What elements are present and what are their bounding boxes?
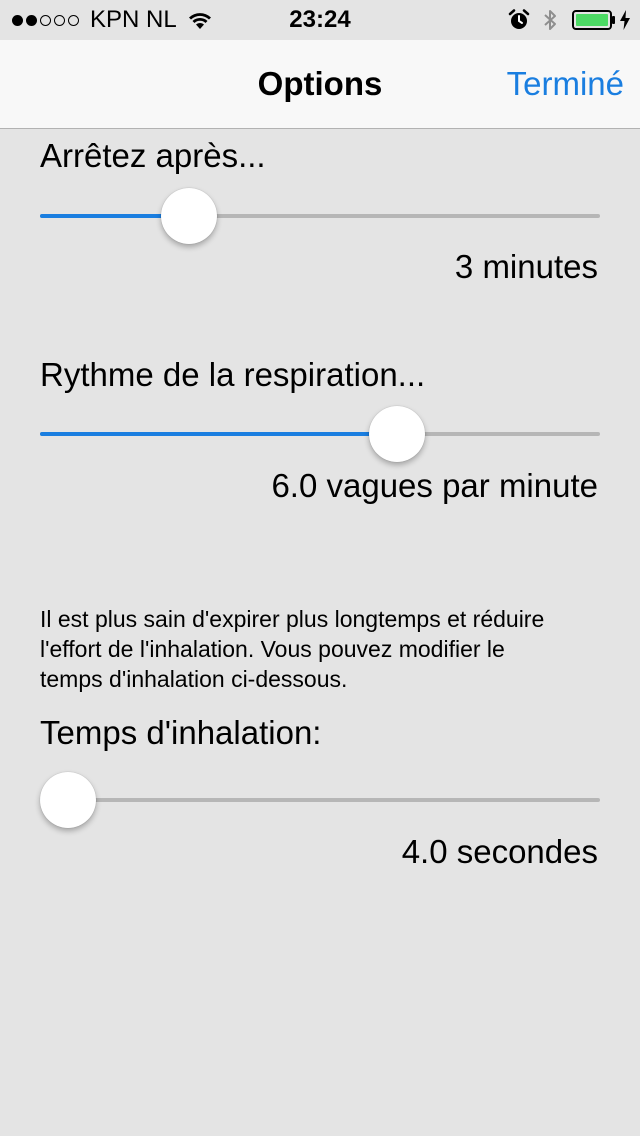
inhalation-time-value: 4.0 secondes <box>401 833 598 870</box>
navigation-bar: Options Terminé <box>0 40 640 129</box>
inhalation-info-text: Il est plus sain d'expirer plus longtemp… <box>40 606 545 692</box>
bluetooth-icon <box>544 10 556 30</box>
inhalation-time-slider[interactable] <box>40 770 600 830</box>
inhalation-time-label: Temps d'inhalation: <box>40 714 322 751</box>
slider-fill <box>40 432 397 436</box>
slider-thumb[interactable] <box>368 406 425 462</box>
breathing-rate-slider[interactable] <box>40 404 600 464</box>
status-right <box>508 6 630 34</box>
done-button[interactable]: Terminé <box>507 40 624 128</box>
stop-after-label: Arrêtez après... <box>40 137 266 174</box>
slider-thumb[interactable] <box>40 772 96 828</box>
alarm-clock-icon <box>508 9 530 29</box>
stop-after-value: 3 minutes <box>454 248 598 285</box>
slider-thumb[interactable] <box>161 188 218 244</box>
breathing-rate-label: Rythme de la respiration... <box>40 356 426 393</box>
stop-after-slider[interactable] <box>40 186 600 246</box>
slider-track <box>40 798 600 802</box>
battery-icon <box>572 10 615 30</box>
charging-bolt-icon <box>620 10 630 30</box>
status-bar: KPN NL 23:24 <box>0 0 640 40</box>
breathing-rate-value: 6.0 vagues par minute <box>271 467 598 504</box>
